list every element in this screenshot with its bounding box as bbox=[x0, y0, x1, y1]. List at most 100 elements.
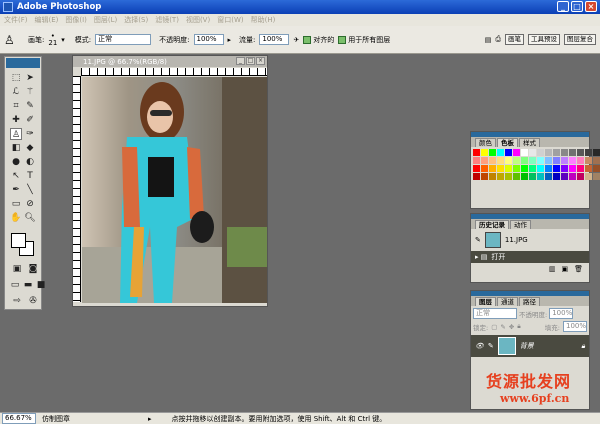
tab-layers[interactable]: 图层 bbox=[475, 297, 496, 306]
mode-select[interactable]: 正常 bbox=[95, 34, 152, 45]
swatch-cell[interactable] bbox=[521, 149, 528, 156]
swatch-cell[interactable] bbox=[521, 165, 528, 172]
swatch-cell[interactable] bbox=[545, 157, 552, 164]
swatch-cell[interactable] bbox=[585, 165, 592, 172]
screen-mode-full-icon[interactable]: ▬ bbox=[22, 279, 34, 291]
swatch-cell[interactable] bbox=[481, 157, 488, 164]
healing-brush-tool-icon[interactable]: ✚ bbox=[10, 114, 22, 126]
swatch-cell[interactable] bbox=[537, 165, 544, 172]
swatch-cell[interactable] bbox=[537, 157, 544, 164]
close-button[interactable]: × bbox=[585, 1, 597, 12]
swatch-cell[interactable] bbox=[537, 149, 544, 156]
swatch-cell[interactable] bbox=[489, 173, 496, 180]
menu-file[interactable]: 文件(F) bbox=[4, 15, 28, 25]
dodge-tool-icon[interactable]: ◐ bbox=[24, 156, 36, 168]
blur-tool-icon[interactable]: ● bbox=[10, 156, 22, 168]
hand-tool-icon[interactable]: ✋ bbox=[10, 212, 22, 224]
toolbox-header[interactable] bbox=[6, 58, 40, 68]
swatch-cell[interactable] bbox=[593, 165, 600, 172]
jump-to-imageready-icon[interactable]: ⇨ bbox=[11, 295, 23, 307]
zoom-tool-icon[interactable]: 🔍︎ bbox=[24, 212, 36, 224]
swatch-cell[interactable] bbox=[489, 165, 496, 172]
doc-maximize-button[interactable]: □ bbox=[246, 57, 255, 65]
layer-opacity-input[interactable]: 100% bbox=[549, 308, 574, 319]
tab-history[interactable]: 历史记录 bbox=[475, 220, 509, 229]
swatch-cell[interactable] bbox=[497, 173, 504, 180]
swatch-cell[interactable] bbox=[577, 165, 584, 172]
swatch-cell[interactable] bbox=[521, 173, 528, 180]
swatch-cell[interactable] bbox=[505, 165, 512, 172]
swatch-cell[interactable] bbox=[489, 157, 496, 164]
tab-paths[interactable]: 路径 bbox=[519, 297, 540, 306]
slice-tool-icon[interactable]: ✎ bbox=[24, 100, 36, 112]
layer-row-background[interactable]: 👁︎ ✎ 背景 🔒︎ bbox=[471, 335, 589, 357]
swatch-cell[interactable] bbox=[513, 157, 520, 164]
swatch-cell[interactable] bbox=[481, 165, 488, 172]
foreground-color-swatch[interactable] bbox=[11, 233, 26, 248]
lock-move-icon[interactable]: ✥ bbox=[509, 323, 514, 331]
printer-icon[interactable]: ⎙ bbox=[495, 35, 501, 44]
new-snapshot-icon[interactable]: ▣ bbox=[561, 265, 568, 273]
swatch-cell[interactable] bbox=[473, 157, 480, 164]
swatch-cell[interactable] bbox=[577, 157, 584, 164]
trash-icon[interactable]: 🗑︎ bbox=[574, 265, 583, 273]
menu-filter[interactable]: 滤镜(T) bbox=[155, 15, 179, 25]
swatch-cell[interactable] bbox=[593, 157, 600, 164]
lock-paint-icon[interactable]: ✎ bbox=[500, 323, 505, 331]
standard-mode-icon[interactable]: ▣ bbox=[11, 263, 23, 275]
swatch-cell[interactable] bbox=[497, 165, 504, 172]
swatch-cell[interactable] bbox=[497, 157, 504, 164]
swatch-cell[interactable] bbox=[505, 173, 512, 180]
pen-tool-icon[interactable]: ✒ bbox=[10, 184, 22, 196]
swatch-cell[interactable] bbox=[593, 149, 600, 156]
tab-color[interactable]: 颜色 bbox=[475, 138, 496, 147]
menu-select[interactable]: 选择(S) bbox=[124, 15, 148, 25]
brush-source-icon[interactable]: ✎ bbox=[475, 236, 481, 244]
swatch-cell[interactable] bbox=[505, 157, 512, 164]
opacity-slider-icon[interactable]: ▸ bbox=[228, 36, 232, 44]
menu-layer[interactable]: 图层(L) bbox=[94, 15, 117, 25]
jump-extra-icon[interactable]: ✇ bbox=[27, 295, 39, 307]
lock-all-icon[interactable]: 🔒︎ bbox=[517, 322, 520, 331]
swatch-cell[interactable] bbox=[561, 149, 568, 156]
history-snapshot[interactable]: ✎ 11.JPG bbox=[471, 229, 589, 251]
doc-icon[interactable]: ▤ bbox=[485, 36, 492, 44]
swatch-cell[interactable] bbox=[569, 149, 576, 156]
brush-tool-icon[interactable]: ✐ bbox=[24, 114, 36, 126]
marquee-tool-icon[interactable]: ⬚ bbox=[10, 72, 22, 84]
history-step-open[interactable]: ▸ ▤ 打开 bbox=[471, 251, 589, 263]
tab-styles[interactable]: 样式 bbox=[519, 138, 540, 147]
swatch-cell[interactable] bbox=[585, 149, 592, 156]
menu-view[interactable]: 视图(V) bbox=[186, 15, 210, 25]
screen-mode-standard-icon[interactable]: ▭ bbox=[9, 279, 21, 291]
swatch-cell[interactable] bbox=[553, 157, 560, 164]
maximize-button[interactable]: □ bbox=[571, 1, 583, 12]
clone-stamp-tool-icon[interactable]: ♙ bbox=[10, 128, 22, 140]
swatch-cell[interactable] bbox=[561, 165, 568, 172]
swatch-cell[interactable] bbox=[537, 173, 544, 180]
fill-input[interactable]: 100% bbox=[563, 321, 587, 332]
opacity-input[interactable]: 100% bbox=[193, 34, 224, 45]
eraser-tool-icon[interactable]: ◧ bbox=[10, 142, 22, 154]
brushes-well-button[interactable]: 画笔 bbox=[505, 34, 524, 45]
blend-mode-select[interactable]: 正常 bbox=[473, 308, 517, 319]
swatch-cell[interactable] bbox=[529, 173, 536, 180]
tab-actions[interactable]: 动作 bbox=[510, 220, 531, 229]
swatch-cell[interactable] bbox=[561, 173, 568, 180]
swatch-cell[interactable] bbox=[553, 173, 560, 180]
tab-swatches[interactable]: 色板 bbox=[497, 138, 518, 147]
doc-close-button[interactable]: × bbox=[256, 57, 265, 65]
crop-tool-icon[interactable]: ⌗ bbox=[10, 100, 22, 112]
menu-edit[interactable]: 编辑(E) bbox=[35, 15, 59, 25]
move-tool-icon[interactable]: ➤ bbox=[24, 72, 36, 84]
swatch-cell[interactable] bbox=[585, 173, 592, 180]
shape-tool-icon[interactable]: ╲ bbox=[24, 184, 36, 196]
swatch-cell[interactable] bbox=[529, 149, 536, 156]
swatch-grid[interactable] bbox=[471, 147, 600, 182]
swatch-cell[interactable] bbox=[593, 173, 600, 180]
swatch-cell[interactable] bbox=[529, 165, 536, 172]
swatch-cell[interactable] bbox=[473, 149, 480, 156]
minimize-button[interactable]: _ bbox=[557, 1, 569, 12]
brush-picker[interactable]: • 21 bbox=[48, 32, 57, 47]
brush-dropdown-icon[interactable]: ▾ bbox=[61, 36, 65, 44]
